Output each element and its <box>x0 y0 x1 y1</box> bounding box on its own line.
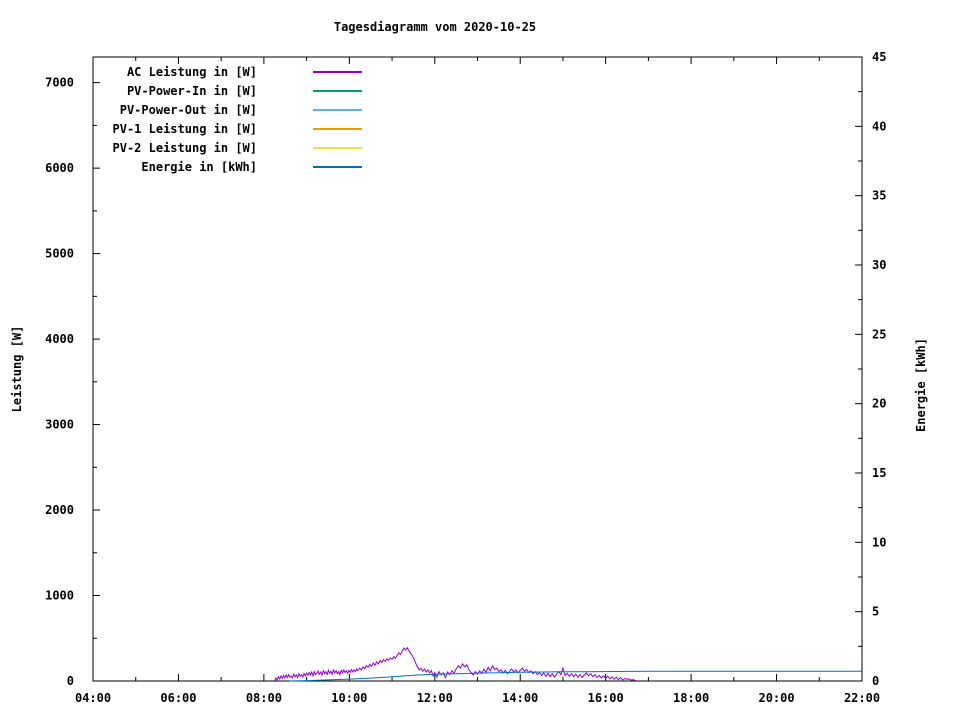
legend-label: PV-Power-In in [W] <box>127 84 257 98</box>
y-right-tick-label: 30 <box>872 258 886 272</box>
legend-label: PV-1 Leistung in [W] <box>113 122 258 136</box>
series-line-0-ac-leistung-in-w- <box>274 646 636 682</box>
y-right-tick-label: 25 <box>872 327 886 341</box>
x-tick-label: 16:00 <box>588 691 624 705</box>
x-tick-label: 06:00 <box>160 691 196 705</box>
x-tick-label: 12:00 <box>417 691 453 705</box>
x-tick-label: 08:00 <box>246 691 282 705</box>
x-tick-label: 22:00 <box>844 691 880 705</box>
y-left-tick-label: 5000 <box>45 247 74 261</box>
y-right-tick-label: 20 <box>872 397 886 411</box>
legend-label: PV-Power-Out in [W] <box>120 103 257 117</box>
x-tick-label: 20:00 <box>758 691 794 705</box>
chart-canvas: 04:00 06:00 08:00 10:00 12:00 14:00 16:00 18:00… <box>45 50 886 705</box>
x-tick-label: 10:00 <box>331 691 367 705</box>
y-left-tick-label: 0 <box>67 674 74 688</box>
y-right-tick-label: 35 <box>872 189 886 203</box>
legend-label: Energie in [kWh] <box>141 160 257 174</box>
y-right-tick-label: 15 <box>872 466 886 480</box>
y-right-tick-label: 5 <box>872 605 879 619</box>
x-tick-label: 14:00 <box>502 691 538 705</box>
x-tick-label: 18:00 <box>673 691 709 705</box>
x-tick-label: 04:00 <box>75 691 111 705</box>
legend-label: AC Leistung in [W] <box>127 65 257 79</box>
y-left-tick-label: 3000 <box>45 418 74 432</box>
y-left-tick-label: 1000 <box>45 589 74 603</box>
y-right-tick-label: 40 <box>872 119 886 133</box>
legend-label: PV-2 Leistung in [W] <box>113 141 258 155</box>
y-right-tick-label: 10 <box>872 535 886 549</box>
y-right-tick-label: 0 <box>872 674 879 688</box>
y-left-tick-label: 2000 <box>45 503 74 517</box>
y-left-tick-label: 6000 <box>45 161 74 175</box>
y-left-tick-label: 4000 <box>45 332 74 346</box>
y-right-tick-label: 45 <box>872 50 886 64</box>
y-left-tick-label: 7000 <box>45 76 74 90</box>
chart: Tagesdiagramm vom 2020-10-25 Leistung [W… <box>0 0 960 720</box>
